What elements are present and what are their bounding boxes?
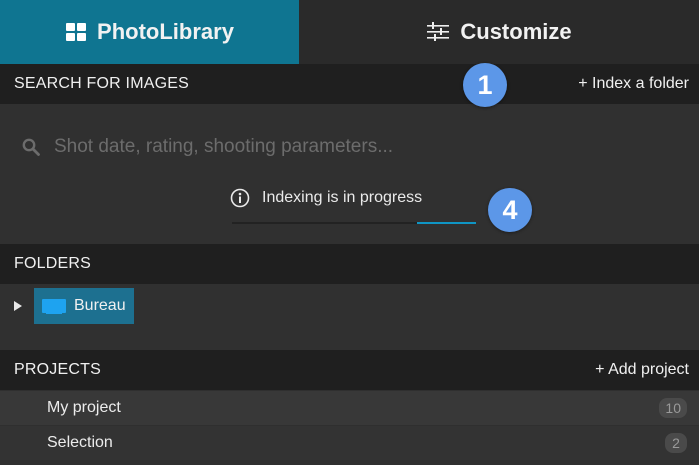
project-selection[interactable]: Selection 2	[0, 426, 699, 460]
indexing-progress-bar	[232, 222, 476, 224]
projects-section-header: PROJECTS + Add project	[0, 350, 699, 390]
tab-customize[interactable]: Customize	[299, 0, 699, 64]
folders-panel: Bureau	[0, 284, 699, 350]
search-section-header: SEARCH FOR IMAGES + Index a folder	[0, 64, 699, 104]
folder-tree-item: Bureau	[14, 288, 134, 324]
count-badge: 2	[665, 433, 687, 453]
search-box[interactable]	[22, 132, 662, 162]
indexing-status: Indexing is in progress	[230, 188, 422, 208]
grid-icon	[65, 21, 87, 43]
project-label: My project	[47, 399, 121, 416]
tab-bar: PhotoLibrary Customize	[0, 0, 699, 64]
folder-icon	[42, 298, 66, 314]
search-panel: Indexing is in progress	[0, 104, 699, 244]
project-my-project[interactable]: My project 10	[0, 391, 699, 425]
count-badge: 10	[659, 398, 687, 418]
folder-bureau[interactable]: Bureau	[34, 288, 134, 324]
section-title: PROJECTS	[14, 361, 101, 378]
indexing-status-text: Indexing is in progress	[262, 189, 423, 206]
section-title: SEARCH FOR IMAGES	[14, 75, 189, 92]
project-label: Selection	[47, 434, 113, 451]
search-icon	[22, 138, 40, 156]
step-marker: 4	[488, 188, 532, 232]
step-marker: 1	[463, 63, 507, 107]
tab-photolibrary[interactable]: PhotoLibrary	[0, 0, 299, 64]
tab-label: PhotoLibrary	[97, 19, 234, 44]
sliders-icon	[426, 21, 450, 43]
section-title: FOLDERS	[14, 255, 91, 272]
info-icon	[230, 188, 250, 208]
folders-section-header: FOLDERS	[0, 244, 699, 284]
tab-label: Customize	[460, 19, 572, 44]
index-folder-button[interactable]: + Index a folder	[578, 75, 689, 93]
folder-label: Bureau	[74, 297, 126, 314]
progress-fill	[417, 222, 476, 224]
add-project-button[interactable]: + Add project	[595, 361, 689, 379]
expand-arrow-icon[interactable]	[14, 301, 22, 311]
search-input[interactable]	[52, 135, 616, 159]
